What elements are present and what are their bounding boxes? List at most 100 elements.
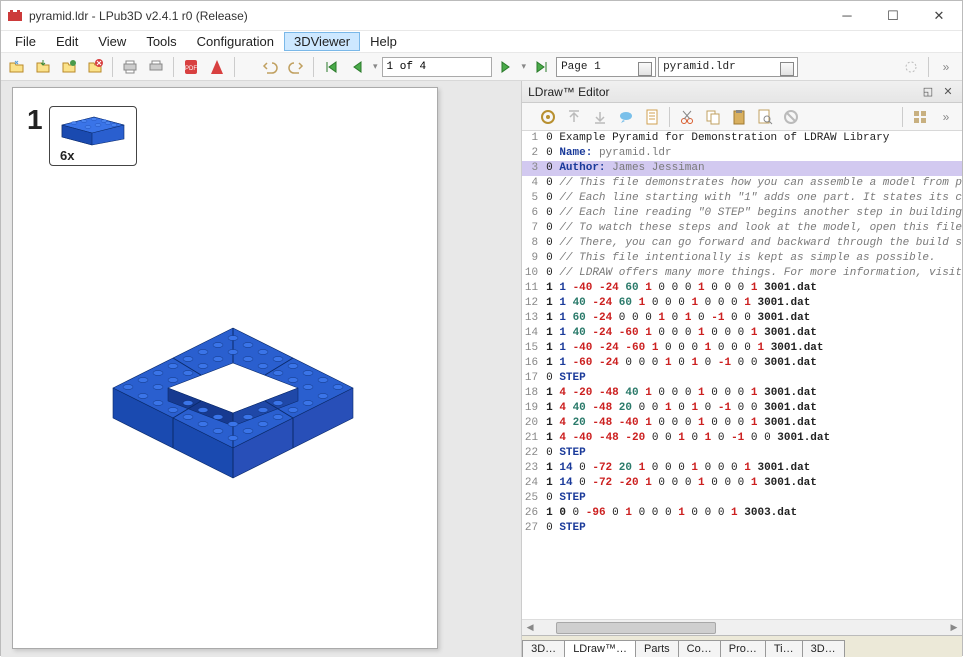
line-code[interactable]: 0 // Each line starting with "1" adds on… <box>544 191 962 206</box>
line-code[interactable]: 1 1 -40 -24 -60 1 0 0 0 1 0 0 0 1 3001.d… <box>544 341 962 356</box>
editor-line[interactable]: 161 1 -60 -24 0 0 0 1 0 1 0 -1 0 0 3001.… <box>522 356 962 371</box>
find-icon[interactable] <box>753 106 777 128</box>
copy-icon[interactable] <box>701 106 725 128</box>
export-pdf-icon[interactable]: PDF <box>179 56 203 78</box>
save-as-icon[interactable] <box>57 56 81 78</box>
tab-ldraw[interactable]: LDraw™… <box>564 640 636 657</box>
document-panel[interactable]: 1 6x <box>1 81 522 657</box>
line-code[interactable]: 0 // Each line reading "0 STEP" begins a… <box>544 206 962 221</box>
line-code[interactable]: 1 14 0 -72 20 1 0 0 0 1 0 0 0 1 3001.dat <box>544 461 962 476</box>
page-input[interactable] <box>382 57 492 77</box>
menu-tools[interactable]: Tools <box>136 32 186 51</box>
delete-icon[interactable] <box>779 106 803 128</box>
print-icon[interactable] <box>118 56 142 78</box>
line-code[interactable]: 1 1 40 -24 60 1 0 0 0 1 0 0 0 1 3001.dat <box>544 296 962 311</box>
code-editor[interactable]: 10 Example Pyramid for Demonstration of … <box>522 131 962 619</box>
line-code[interactable]: 1 1 60 -24 0 0 0 1 0 1 0 -1 0 0 3001.dat <box>544 311 962 326</box>
tab-colors[interactable]: Co… <box>678 640 721 657</box>
print-preview-icon[interactable] <box>144 56 168 78</box>
menu-3dviewer[interactable]: 3DViewer <box>284 32 360 51</box>
line-code[interactable]: 0 // This file demonstrates how you can … <box>544 176 962 191</box>
menu-view[interactable]: View <box>88 32 136 51</box>
line-code[interactable]: 1 0 0 -96 0 1 0 0 0 1 0 0 0 1 3003.dat <box>544 506 962 521</box>
editor-line[interactable]: 80 // There, you can go forward and back… <box>522 236 962 251</box>
editor-line[interactable]: 30 Author: James Jessiman <box>522 161 962 176</box>
open-file-icon[interactable] <box>5 56 29 78</box>
page-dropdown[interactable]: Page 1 <box>556 57 656 77</box>
editor-line[interactable]: 241 14 0 -72 -20 1 0 0 0 1 0 0 0 1 3001.… <box>522 476 962 491</box>
chevron-right-icon[interactable]: » <box>934 56 958 78</box>
tab-3d-2[interactable]: 3D… <box>802 640 845 657</box>
editor-line[interactable]: 170 STEP <box>522 371 962 386</box>
editor-line[interactable]: 151 1 -40 -24 -60 1 0 0 0 1 0 0 0 1 3001… <box>522 341 962 356</box>
line-code[interactable]: 0 STEP <box>544 446 962 461</box>
line-code[interactable]: 1 4 40 -48 20 0 0 1 0 1 0 -1 0 0 3001.da… <box>544 401 962 416</box>
editor-line[interactable]: 231 14 0 -72 20 1 0 0 0 1 0 0 0 1 3001.d… <box>522 461 962 476</box>
menu-configuration[interactable]: Configuration <box>187 32 284 51</box>
menu-help[interactable]: Help <box>360 32 407 51</box>
save-icon[interactable] <box>31 56 55 78</box>
editor-line[interactable]: 111 1 -40 -24 60 1 0 0 0 1 0 0 0 1 3001.… <box>522 281 962 296</box>
editor-line[interactable]: 100 // LDRAW offers many more things. Fo… <box>522 266 962 281</box>
line-code[interactable]: 0 // LDRAW offers many more things. For … <box>544 266 962 281</box>
settings-gear-icon[interactable] <box>536 106 560 128</box>
prev-page-icon[interactable] <box>345 56 369 78</box>
document-icon[interactable] <box>640 106 664 128</box>
comment-icon[interactable] <box>614 106 638 128</box>
editor-line[interactable]: 131 1 60 -24 0 0 0 1 0 1 0 -1 0 0 3001.d… <box>522 311 962 326</box>
next-page-icon[interactable] <box>494 56 518 78</box>
export-image-icon[interactable] <box>205 56 229 78</box>
line-code[interactable]: 0 // To watch these steps and look at th… <box>544 221 962 236</box>
line-code[interactable]: 0 Example Pyramid for Demonstration of L… <box>544 131 962 146</box>
file-dropdown[interactable]: pyramid.ldr <box>658 57 798 77</box>
minimize-button[interactable]: ─ <box>824 1 870 30</box>
line-code[interactable]: 1 1 40 -24 -60 1 0 0 0 1 0 0 0 1 3001.da… <box>544 326 962 341</box>
cut-icon[interactable] <box>675 106 699 128</box>
editor-line[interactable]: 211 4 -40 -48 -20 0 0 1 0 1 0 -1 0 0 300… <box>522 431 962 446</box>
editor-line[interactable]: 70 // To watch these steps and look at t… <box>522 221 962 236</box>
editor-line[interactable]: 270 STEP <box>522 521 962 536</box>
editor-line[interactable]: 141 1 40 -24 -60 1 0 0 0 1 0 0 0 1 3001.… <box>522 326 962 341</box>
undo-icon[interactable] <box>258 56 282 78</box>
editor-line[interactable]: 181 4 -20 -48 40 1 0 0 0 1 0 0 0 1 3001.… <box>522 386 962 401</box>
tab-3d[interactable]: 3D… <box>522 640 565 657</box>
move-top-icon[interactable] <box>562 106 586 128</box>
tab-parts[interactable]: Parts <box>635 640 679 657</box>
tab-timeline[interactable]: Ti… <box>765 640 803 657</box>
editor-line[interactable]: 20 Name: pyramid.ldr <box>522 146 962 161</box>
menu-edit[interactable]: Edit <box>46 32 88 51</box>
close-button[interactable]: ✕ <box>916 1 962 30</box>
line-code[interactable]: 0 STEP <box>544 521 962 536</box>
line-code[interactable]: 1 4 -40 -48 -20 0 0 1 0 1 0 -1 0 0 3001.… <box>544 431 962 446</box>
first-page-icon[interactable] <box>319 56 343 78</box>
editor-line[interactable]: 121 1 40 -24 60 1 0 0 0 1 0 0 0 1 3001.d… <box>522 296 962 311</box>
editor-line[interactable]: 90 // This file intentionally is kept as… <box>522 251 962 266</box>
editor-line[interactable]: 261 0 0 -96 0 1 0 0 0 1 0 0 0 1 3003.dat <box>522 506 962 521</box>
line-code[interactable]: 1 14 0 -72 -20 1 0 0 0 1 0 0 0 1 3001.da… <box>544 476 962 491</box>
last-page-icon[interactable] <box>530 56 554 78</box>
editor-line[interactable]: 220 STEP <box>522 446 962 461</box>
editor-line[interactable]: 191 4 40 -48 20 0 0 1 0 1 0 -1 0 0 3001.… <box>522 401 962 416</box>
line-code[interactable]: 0 STEP <box>544 491 962 506</box>
chevron-right-icon[interactable]: » <box>934 106 958 128</box>
close-panel-icon[interactable]: ✕ <box>940 84 956 100</box>
line-code[interactable]: 1 1 -40 -24 60 1 0 0 0 1 0 0 0 1 3001.da… <box>544 281 962 296</box>
line-code[interactable]: 0 Name: pyramid.ldr <box>544 146 962 161</box>
line-code[interactable]: 1 4 20 -48 -40 1 0 0 0 1 0 0 0 1 3001.da… <box>544 416 962 431</box>
move-bottom-icon[interactable] <box>588 106 612 128</box>
line-code[interactable]: 0 // There, you can go forward and backw… <box>544 236 962 251</box>
editor-line[interactable]: 201 4 20 -48 -40 1 0 0 0 1 0 0 0 1 3001.… <box>522 416 962 431</box>
undock-icon[interactable]: ◱ <box>920 84 936 100</box>
line-code[interactable]: 1 4 -20 -48 40 1 0 0 0 1 0 0 0 1 3001.da… <box>544 386 962 401</box>
close-file-icon[interactable] <box>83 56 107 78</box>
tab-properties[interactable]: Pro… <box>720 640 766 657</box>
horizontal-scrollbar[interactable]: ◀▶ <box>522 619 962 635</box>
cycle-view-icon[interactable] <box>899 56 923 78</box>
line-code[interactable]: 0 // This file intentionally is kept as … <box>544 251 962 266</box>
editor-line[interactable]: 40 // This file demonstrates how you can… <box>522 176 962 191</box>
editor-line[interactable]: 50 // Each line starting with "1" adds o… <box>522 191 962 206</box>
editor-line[interactable]: 250 STEP <box>522 491 962 506</box>
maximize-button[interactable]: ☐ <box>870 1 916 30</box>
line-code[interactable]: 0 STEP <box>544 371 962 386</box>
line-code[interactable]: 0 Author: James Jessiman <box>544 161 962 176</box>
